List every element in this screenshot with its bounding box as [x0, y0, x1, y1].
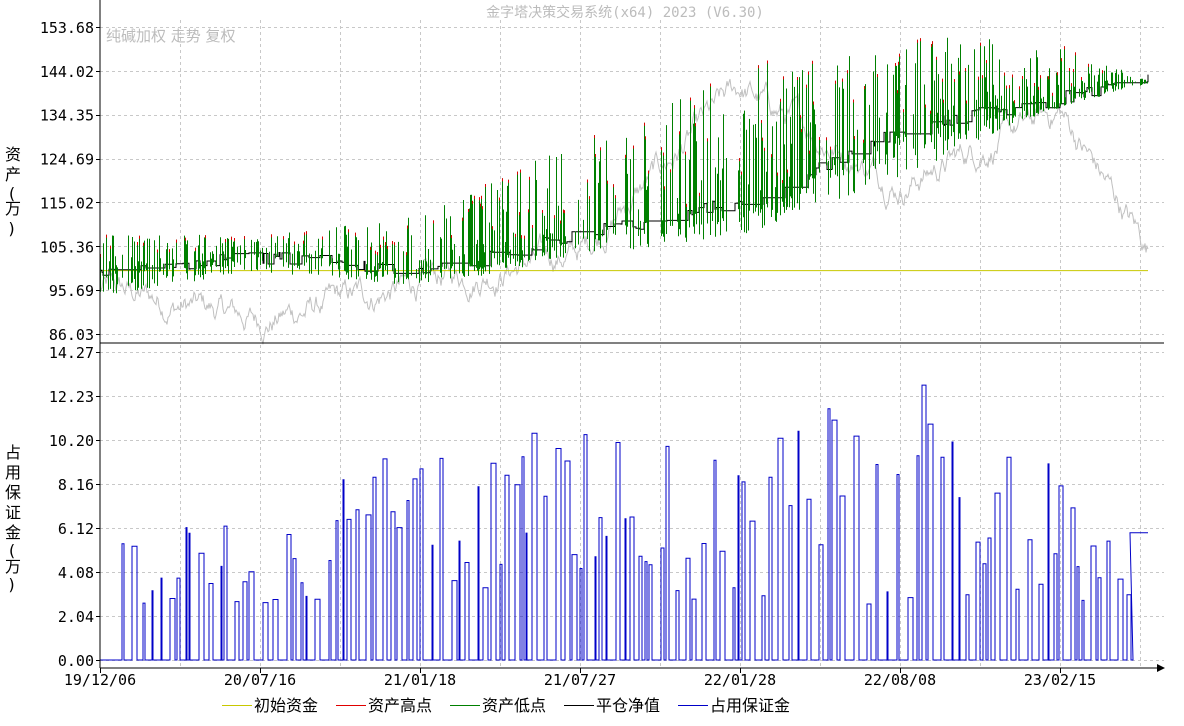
- bottom-y-tick-label: 2.04: [58, 608, 94, 626]
- chart-root: 金字塔决策交易系统(x64) 2023 (V6.30) 纯碱加权 走势 复权 资…: [0, 0, 1184, 722]
- top-y-tick-label: 153.68: [40, 19, 94, 37]
- bottom-ylabel-char-5: 金: [5, 523, 21, 542]
- top-ylabel-char-4: 万: [5, 199, 21, 218]
- top-y-tick-label: 124.69: [40, 151, 94, 169]
- legend-label: 占用保证金: [710, 696, 790, 715]
- bottom-y-tick-label: 12.23: [49, 388, 94, 406]
- top-ylabel-char-2: 产: [5, 165, 21, 184]
- bottom-y-tick-label: 8.16: [58, 476, 94, 494]
- bottom-ylabel: 占 用 保 证 金 ( 万 ): [5, 443, 21, 594]
- top-ylabel-char-5: ): [7, 219, 17, 238]
- top-ylabel-char-1: 资: [5, 145, 21, 164]
- bottom-y-tick-label: 4.08: [58, 564, 94, 582]
- chart-canvas: 金字塔决策交易系统(x64) 2023 (V6.30) 纯碱加权 走势 复权 资…: [0, 0, 1184, 722]
- bottom-ylabel-char-3: 保: [5, 483, 21, 502]
- bottom-ylabel-char-2: 用: [5, 463, 21, 482]
- bottom-y-tick-label: 10.20: [49, 432, 94, 450]
- legend-label: 资产低点: [482, 696, 546, 715]
- x-tick-label: 22/08/08: [864, 671, 936, 689]
- bottom-ylabel-char-7: 万: [5, 557, 21, 576]
- top-y-tick-label: 134.35: [40, 107, 94, 125]
- top-y-tick-label: 105.36: [40, 238, 94, 256]
- x-tick-label: 21/07/27: [544, 671, 616, 689]
- bottom-ylabel-char-4: 证: [5, 503, 21, 522]
- top-panel-title: 纯碱加权 走势 复权: [106, 27, 236, 45]
- bottom-ylabel-char-8: ): [7, 575, 17, 594]
- bottom-y-tick-label: 14.27: [49, 344, 94, 362]
- top-y-tick-label: 86.03: [49, 326, 94, 344]
- legend-label: 初始资金: [254, 696, 318, 715]
- legend-label: 资产高点: [368, 696, 432, 715]
- x-tick-label: 21/01/18: [384, 671, 456, 689]
- window-title: 金字塔决策交易系统(x64) 2023 (V6.30): [486, 4, 764, 21]
- top-y-tick-label: 95.69: [49, 282, 94, 300]
- x-tick-label: 19/12/06: [64, 671, 136, 689]
- bottom-y-tick-label: 6.12: [58, 520, 94, 538]
- x-tick-label: 23/02/15: [1024, 671, 1096, 689]
- x-tick-label: 22/01/28: [704, 671, 776, 689]
- x-tick-label: 20/07/16: [224, 671, 296, 689]
- legend-label: 平仓净值: [596, 696, 660, 715]
- bottom-y-tick-label: 0.00: [58, 652, 94, 670]
- top-y-tick-label: 144.02: [40, 63, 94, 81]
- bottom-ylabel-char-1: 占: [5, 443, 21, 462]
- top-y-tick-label: 115.02: [40, 194, 94, 212]
